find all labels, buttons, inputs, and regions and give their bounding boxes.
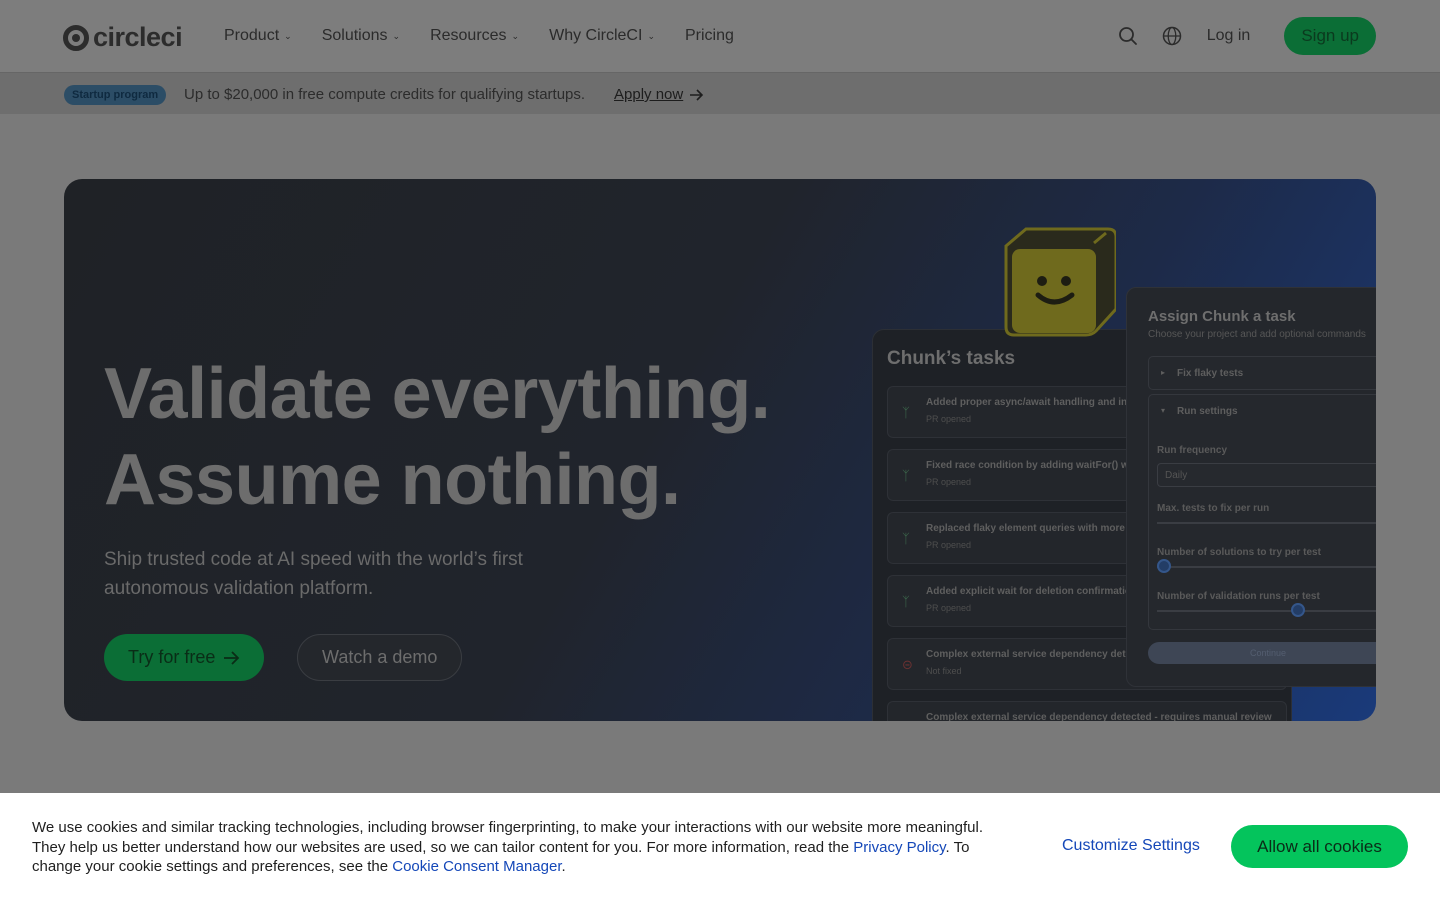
login-link[interactable]: Log in [1207, 27, 1251, 45]
run-frequency-value: Daily [1165, 470, 1188, 481]
chevron-down-icon: ⌄ [392, 30, 401, 41]
promo-text: Up to $20,000 in free compute credits fo… [184, 86, 586, 103]
nav-why-circleci[interactable]: Why CircleCI ⌄ [549, 27, 655, 45]
continue-button[interactable]: Continue [1148, 642, 1376, 664]
minus-circle-icon: ⊝ [902, 657, 913, 672]
try-for-free-button[interactable]: Try for free [104, 634, 265, 681]
max-tests-slider[interactable] [1157, 522, 1376, 524]
hero-title-line-1: Validate everything. [104, 354, 771, 434]
chevron-down-icon: ⌄ [647, 30, 655, 41]
hero-title-line-2: Assume nothing. [104, 440, 681, 520]
startup-program-badge: Startup program [64, 85, 167, 105]
max-tests-label: Max. tests to fix per run [1157, 503, 1270, 514]
slider-knob[interactable] [1290, 603, 1305, 617]
nav-pricing[interactable]: Pricing [685, 27, 734, 45]
solutions-label: Number of solutions to try per test [1157, 547, 1321, 558]
nav-resources[interactable]: Resources ⌄ [430, 27, 519, 45]
chevron-right-icon: ▸ [1161, 368, 1166, 377]
chevron-down-icon: ⌄ [511, 30, 520, 41]
assign-panel-subtitle: Choose your project and add optional com… [1148, 329, 1366, 340]
chevron-down-icon: ⌄ [284, 30, 292, 41]
cookie-text: We use cookies and similar tracking tech… [32, 818, 992, 877]
task-status: Not fixed [926, 666, 962, 676]
watch-demo-button[interactable]: Watch a demo [297, 634, 463, 681]
customize-settings-button[interactable]: Customize Settings [1062, 837, 1200, 855]
pull-request-icon: ᛉ [902, 405, 910, 420]
search-icon[interactable] [1117, 25, 1139, 47]
cookie-text-part-3: . [561, 858, 566, 875]
accordion-label: Run settings [1177, 406, 1238, 417]
nav-resources-label: Resources [430, 27, 507, 44]
task-item[interactable]: ⊝ Complex external service dependency de… [887, 701, 1287, 721]
task-title: Fixed race condition by adding waitFor()… [926, 460, 1133, 471]
hero-subtitle: Ship trusted code at AI speed with the w… [104, 549, 523, 599]
assign-task-panel: Assign Chunk a task Choose your project … [1126, 287, 1376, 687]
validation-runs-slider[interactable] [1157, 603, 1376, 617]
header-actions: Log in Sign up [1117, 17, 1376, 55]
task-title: Added proper async/await handling and in… [926, 397, 1137, 408]
hero-title: Validate everything. Assume nothing. [104, 351, 771, 523]
nav-solutions[interactable]: Solutions ⌄ [322, 27, 400, 45]
apply-now-label: Apply now [614, 86, 684, 103]
task-title: Complex external service dependency dete… [926, 712, 1272, 721]
slider-knob[interactable] [1157, 559, 1171, 573]
task-status: PR opened [926, 540, 972, 550]
assign-panel-title: Assign Chunk a task [1148, 308, 1296, 325]
minus-circle-icon: ⊝ [902, 720, 913, 721]
try-for-free-label: Try for free [128, 647, 216, 667]
task-title: Replaced flaky element queries with more… [926, 523, 1132, 534]
logo-text: circleci [93, 22, 183, 52]
circleci-logo-icon [63, 24, 89, 51]
task-title: Added explicit wait for deletion confirm… [926, 586, 1132, 597]
promo-bar: Startup program Up to $20,000 in free co… [0, 72, 1440, 114]
task-status: PR opened [926, 414, 972, 424]
cookie-text-part-1: We use cookies and similar tracking tech… [32, 819, 984, 856]
pull-request-icon: ᛉ [902, 531, 910, 546]
task-status: PR opened [926, 603, 972, 613]
signup-button[interactable]: Sign up [1284, 17, 1376, 55]
arrow-right-icon [690, 88, 704, 101]
run-frequency-label: Run frequency [1157, 445, 1228, 456]
main-nav: Product ⌄ Solutions ⌄ Resources ⌄ Why Circl… [224, 0, 734, 72]
pull-request-icon: ᛉ [902, 594, 910, 609]
run-frequency-select[interactable]: Daily [1157, 463, 1376, 487]
privacy-policy-link[interactable]: Privacy Policy [853, 839, 945, 856]
cookie-consent-manager-link[interactable]: Cookie Consent Manager [392, 858, 561, 875]
cookie-banner: We use cookies and similar tracking tech… [0, 793, 1440, 900]
nav-pricing-label: Pricing [684, 27, 734, 44]
nav-solutions-label: Solutions [321, 27, 388, 44]
task-status: PR opened [926, 477, 972, 487]
validation-runs-label: Number of validation runs per test [1157, 591, 1320, 602]
nav-product[interactable]: Product ⌄ [224, 27, 292, 45]
arrow-right-icon [224, 650, 240, 665]
globe-icon[interactable] [1161, 25, 1183, 47]
hero-section: Validate everything. Assume nothing. Shi… [64, 179, 1376, 721]
allow-all-cookies-button[interactable]: Allow all cookies [1231, 825, 1408, 868]
solutions-slider[interactable] [1157, 559, 1376, 573]
chunk-robot-icon [1004, 227, 1116, 337]
accordion-label: Fix flaky tests [1177, 368, 1244, 379]
accordion-fix-flaky-tests[interactable]: ▸ Fix flaky tests [1148, 356, 1376, 390]
apply-now-link[interactable]: Apply now [614, 86, 704, 103]
pull-request-icon: ᛉ [902, 468, 910, 483]
tasks-panel-title: Chunk’s tasks [887, 348, 1016, 369]
site-header: circleci Product ⌄ Solutions ⌄ Resources ⌄ … [0, 0, 1440, 72]
chevron-down-icon: ▾ [1161, 406, 1166, 415]
circleci-logo[interactable]: circleci [63, 22, 183, 53]
nav-why-label: Why CircleCI [549, 27, 643, 44]
nav-product-label: Product [224, 27, 280, 44]
task-title: Complex external service dependency dete [926, 649, 1132, 660]
